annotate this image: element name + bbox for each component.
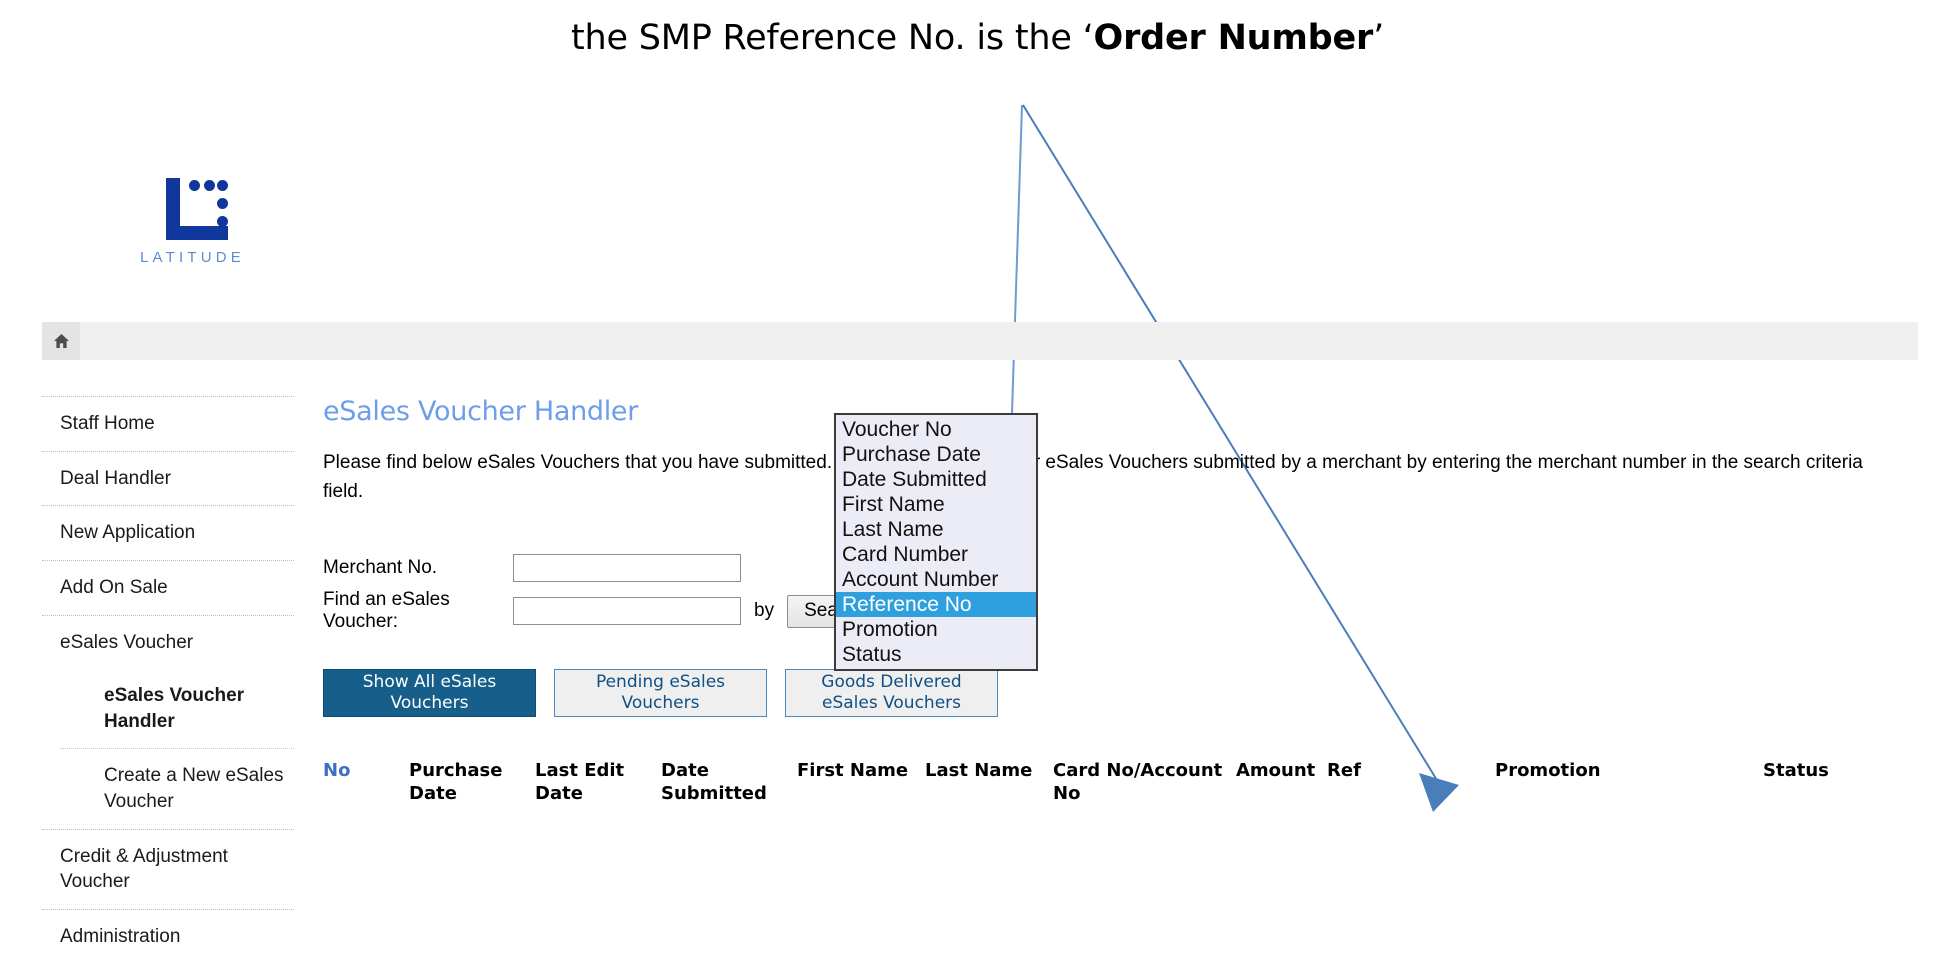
merchant-no-label: Merchant No.: [323, 557, 438, 578]
pending-esales-vouchers-button[interactable]: Pending eSales Vouchers: [554, 669, 767, 717]
sidebar-item-label: Deal Handler: [60, 467, 171, 489]
goods-delivered-esales-vouchers-button[interactable]: Goods Delivered eSales Vouchers: [785, 669, 998, 717]
logo-dot: [204, 180, 215, 191]
home-icon: [53, 334, 69, 348]
sidebar-item-deal-handler[interactable]: Deal Handler: [42, 450, 294, 506]
logo-horizontal-bar: [166, 226, 228, 240]
merchant-no-row: Merchant No.: [323, 552, 1923, 584]
dropdown-option-card-number[interactable]: Card Number: [836, 542, 1036, 567]
column-header-status: Status: [1763, 760, 1829, 781]
column-header-amount: Amount: [1236, 760, 1316, 781]
dropdown-option-last-name[interactable]: Last Name: [836, 517, 1036, 542]
home-tab-button[interactable]: [42, 322, 80, 360]
logo-dot: [217, 180, 228, 191]
sidebar-item-label: New Application: [60, 522, 196, 544]
sidebar-item-label: Staff Home: [60, 413, 155, 434]
logo-dot: [217, 198, 228, 209]
dropdown-option-date-submitted[interactable]: Date Submitted: [836, 467, 1036, 492]
sidebar-item-create-new-esales-voucher[interactable]: Create a New eSales Voucher: [60, 748, 294, 828]
latitude-l-dots-logo-icon: [166, 178, 228, 240]
dropdown-option-promotion[interactable]: Promotion: [836, 617, 1036, 642]
column-header-purchase-date: Purchase Date: [409, 760, 503, 805]
voucher-search-field-dropdown[interactable]: Voucher No Purchase Date Date Submitted …: [834, 413, 1038, 671]
dropdown-option-status[interactable]: Status: [836, 642, 1036, 667]
column-header-last-edit-date: Last Edit Date: [535, 760, 625, 805]
column-header-date-submitted: Date Submitted: [661, 760, 767, 805]
sidebar-item-new-application[interactable]: New Application: [42, 505, 294, 560]
logo-dot: [217, 216, 228, 227]
page-intro-text: Please find below eSales Vouchers that y…: [323, 452, 1863, 502]
find-voucher-row: Find an eSales Voucher: by Search: [323, 589, 1923, 632]
dropdown-option-purchase-date[interactable]: Purchase Date: [836, 442, 1036, 467]
dropdown-option-voucher-no[interactable]: Voucher No: [836, 417, 1036, 442]
sidebar-item-label: Credit & Adjustment Voucher: [60, 845, 228, 893]
column-header-first-name: First Name: [797, 760, 909, 781]
sidebar-item-add-on-sale[interactable]: Add On Sale: [42, 559, 294, 615]
by-label: by: [754, 600, 775, 621]
column-header-ref: Ref: [1327, 760, 1361, 781]
dropdown-option-first-name[interactable]: First Name: [836, 492, 1036, 517]
main-content: eSales Voucher Handler Please find below…: [323, 396, 1923, 806]
voucher-filter-button-group: Show All eSales Vouchers Pending eSales …: [323, 669, 1923, 717]
sidebar-item-label: Add On Sale: [60, 576, 168, 598]
sidebar-item-label: Create a New eSales Voucher: [104, 765, 284, 813]
find-voucher-input[interactable]: [513, 597, 741, 625]
column-header-promotion: Promotion: [1495, 760, 1601, 781]
find-voucher-label: Find an eSales Voucher:: [323, 589, 450, 632]
merchant-no-input[interactable]: [513, 554, 741, 582]
sidebar-item-administration[interactable]: Administration: [42, 909, 294, 964]
sidebar-item-esales-voucher-handler[interactable]: eSales Voucher Handler: [60, 669, 294, 748]
sidebar-item-esales-voucher[interactable]: eSales Voucher: [42, 614, 294, 670]
brand-wordmark: LATITUDE: [140, 249, 245, 266]
show-all-esales-vouchers-button[interactable]: Show All eSales Vouchers: [323, 669, 536, 717]
esales-voucher-results-table: No Purchase Date Last Edit Date Date Sub…: [323, 759, 1951, 806]
dropdown-option-reference-no[interactable]: Reference No: [836, 592, 1036, 617]
annotation-title-prefix: the SMP Reference No. is the ‘: [570, 18, 1094, 58]
annotation-title-bold: Order Number: [1093, 18, 1374, 58]
top-navigation-bar: [42, 322, 1918, 360]
sidebar-item-label: Administration: [60, 926, 181, 948]
page-title: eSales Voucher Handler: [323, 396, 639, 427]
voucher-search-form: Merchant No. Find an eSales Voucher: by …: [323, 552, 1923, 632]
column-header-no[interactable]: No: [323, 759, 409, 806]
sidebar-item-staff-home[interactable]: Staff Home: [42, 396, 294, 451]
annotation-title: the SMP Reference No. is the ‘Order Numb…: [0, 18, 1955, 58]
table-header-row: No Purchase Date Last Edit Date Date Sub…: [323, 759, 1951, 806]
sidebar-item-label: eSales Voucher Handler: [104, 685, 245, 732]
brand-logo[interactable]: LATITUDE: [140, 178, 310, 266]
column-header-last-name: Last Name: [925, 760, 1033, 781]
column-header-card-account-no: Card No/Account No: [1053, 760, 1223, 805]
logo-dot: [189, 180, 200, 191]
annotation-title-suffix: ’: [1373, 18, 1385, 58]
sidebar-item-label: eSales Voucher: [60, 631, 194, 653]
sidebar-item-credit-adjustment-voucher[interactable]: Credit & Adjustment Voucher: [42, 828, 294, 909]
dropdown-option-account-number[interactable]: Account Number: [836, 567, 1036, 592]
